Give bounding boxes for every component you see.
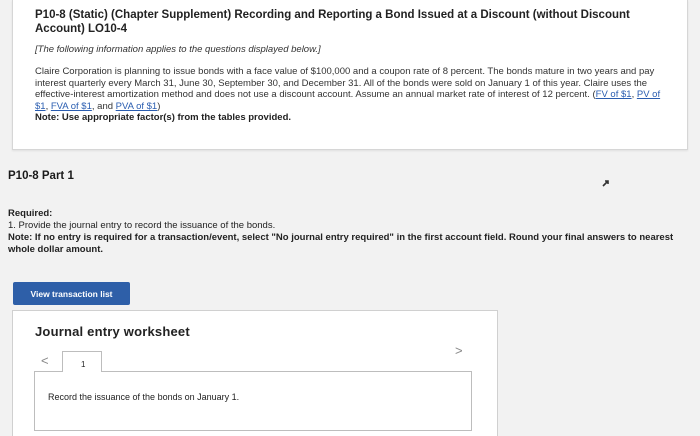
paren-close: ) <box>157 100 161 112</box>
required-heading: Required: <box>8 208 53 219</box>
required-item: 1. Provide the journal entry to record t… <box>8 220 276 231</box>
problem-body-text: Claire Corporation is planning to issue … <box>35 66 655 100</box>
expand-arrow-icon[interactable] <box>601 178 611 188</box>
pva-table-link[interactable]: PVA of $1 <box>116 101 158 112</box>
worksheet-title: Journal entry worksheet <box>35 324 190 339</box>
info-note: [The following information applies to th… <box>35 44 321 55</box>
and-text: and <box>97 100 114 112</box>
problem-title: P10-8 (Static) (Chapter Supplement) Reco… <box>35 9 630 35</box>
record-instruction: Record the issuance of the bonds on Janu… <box>48 392 240 402</box>
required-note: Note: If no entry is required for a tran… <box>8 232 674 255</box>
page-tab[interactable]: 1 <box>62 351 102 372</box>
record-entry-box: Record the issuance of the bonds on Janu… <box>34 371 472 431</box>
view-transaction-list-button[interactable]: View transaction list <box>13 282 130 305</box>
next-arrow-icon[interactable]: > <box>455 343 463 358</box>
journal-entry-worksheet: Journal entry worksheet < > Record the i… <box>12 310 498 436</box>
problem-description: Claire Corporation is planning to issue … <box>35 66 661 112</box>
required-section: Required: 1. Provide the journal entry t… <box>8 208 678 256</box>
fv-table-link[interactable]: FV of $1 <box>596 89 632 100</box>
part-label: P10-8 Part 1 <box>8 170 74 182</box>
prev-arrow-icon[interactable]: < <box>41 353 49 368</box>
fva-table-link[interactable]: FVA of $1 <box>51 101 92 112</box>
factor-note: Note: Use appropriate factor(s) from the… <box>35 112 292 123</box>
problem-panel: P10-8 (Static) (Chapter Supplement) Reco… <box>12 0 688 150</box>
